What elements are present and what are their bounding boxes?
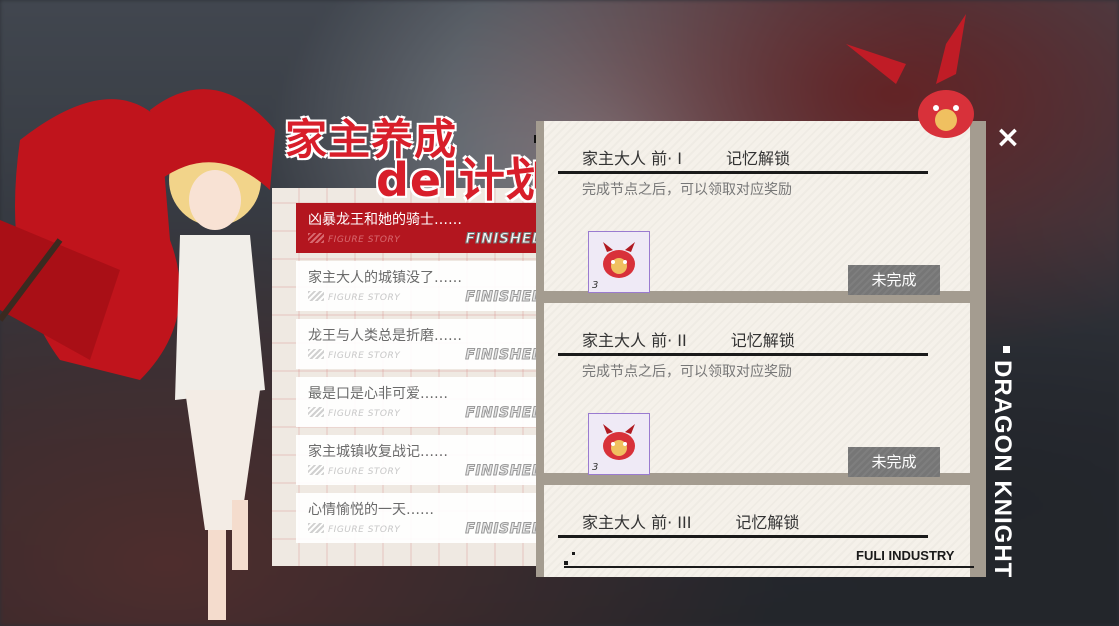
footer-decoration: [572, 552, 575, 555]
side-label-decoration: [1003, 346, 1010, 353]
finished-badge: FINISHED: [465, 347, 544, 364]
finished-badge: FINISHED: [465, 463, 544, 480]
reward-unlock-label: 记忆解锁: [735, 513, 800, 532]
reward-name: 家主大人 前· I: [582, 149, 682, 168]
finished-badge: FINISHED: [465, 231, 544, 248]
story-item[interactable]: 凶暴龙王和她的骑士…… FIGURE STORY FINISHED: [296, 203, 552, 253]
story-item[interactable]: 龙王与人类总是折磨…… FIGURE STORY FINISHED: [296, 319, 552, 369]
story-subtitle: FIGURE STORY: [308, 465, 400, 477]
reward-name: 家主大人 前· III: [582, 513, 692, 532]
story-title: 最是口是心非可爱……: [308, 386, 448, 402]
story-item[interactable]: 家主大人的城镇没了…… FIGURE STORY FINISHED: [296, 261, 552, 311]
story-title: 龙王与人类总是折磨……: [308, 328, 462, 344]
story-subtitle: FIGURE STORY: [308, 407, 400, 419]
page-subtitle: dei计划: [376, 153, 553, 207]
reward-item[interactable]: 3: [588, 231, 650, 293]
story-subtitle: FIGURE STORY: [308, 233, 400, 245]
reward-card-header: 家主大人 前· I 记忆解锁: [582, 145, 790, 169]
story-item[interactable]: 家主城镇收复战记…… FIGURE STORY FINISHED: [296, 435, 552, 485]
divider: [558, 171, 928, 174]
reward-panel: 家主大人 前· I 记忆解锁 完成节点之后，可以领取对应奖励 3 未完成 家主大人…: [536, 121, 986, 577]
divider: [558, 535, 928, 538]
story-title: 家主大人的城镇没了……: [308, 270, 462, 286]
story-list: 凶暴龙王和她的骑士…… FIGURE STORY FINISHED 家主大人的城…: [296, 203, 552, 551]
item-count: 3: [592, 280, 599, 291]
brand-logo: FULI INDUSTRY: [856, 548, 955, 563]
reward-card-header: 家主大人 前· II 记忆解锁: [582, 327, 795, 351]
story-item[interactable]: 最是口是心非可爱…… FIGURE STORY FINISHED: [296, 377, 552, 427]
finished-badge: FINISHED: [465, 289, 544, 306]
reward-card: 家主大人 前· II 记忆解锁 完成节点之后，可以领取对应奖励 3 未完成: [544, 303, 970, 477]
reward-description: 完成节点之后，可以领取对应奖励: [582, 182, 792, 198]
divider: [558, 353, 928, 356]
status-button[interactable]: 未完成: [848, 265, 940, 295]
finished-badge: FINISHED: [465, 521, 544, 538]
reward-description: 完成节点之后，可以领取对应奖励: [582, 364, 792, 380]
item-count: 3: [592, 462, 599, 473]
reward-card: 家主大人 前· III 记忆解锁: [544, 485, 970, 577]
reward-unlock-label: 记忆解锁: [725, 149, 790, 168]
story-subtitle: FIGURE STORY: [308, 523, 400, 535]
story-item[interactable]: 心情愉悦的一天…… FIGURE STORY FINISHED: [296, 493, 552, 543]
character-illustration: [0, 89, 275, 620]
status-button[interactable]: 未完成: [848, 447, 940, 477]
reward-scroll-area[interactable]: 家主大人 前· I 记忆解锁 完成节点之后，可以领取对应奖励 3 未完成 家主大人…: [544, 121, 980, 577]
reward-name: 家主大人 前· II: [582, 331, 687, 350]
dragon-mascot-icon: [846, 14, 974, 138]
story-title: 凶暴龙王和她的骑士……: [308, 212, 462, 228]
reward-card-header: 家主大人 前· III 记忆解锁: [582, 509, 799, 533]
footer-decoration: [564, 561, 568, 565]
reward-unlock-label: 记忆解锁: [730, 331, 795, 350]
side-label: DRAGON KNIGHT: [989, 360, 1016, 579]
close-button[interactable]: ×: [994, 123, 1022, 153]
finished-badge: FINISHED: [465, 405, 544, 422]
reward-item[interactable]: 3: [588, 413, 650, 475]
story-title: 心情愉悦的一天……: [308, 502, 434, 518]
footer-divider: [564, 566, 974, 568]
story-subtitle: FIGURE STORY: [308, 349, 400, 361]
story-subtitle: FIGURE STORY: [308, 291, 400, 303]
story-title: 家主城镇收复战记……: [308, 444, 448, 460]
